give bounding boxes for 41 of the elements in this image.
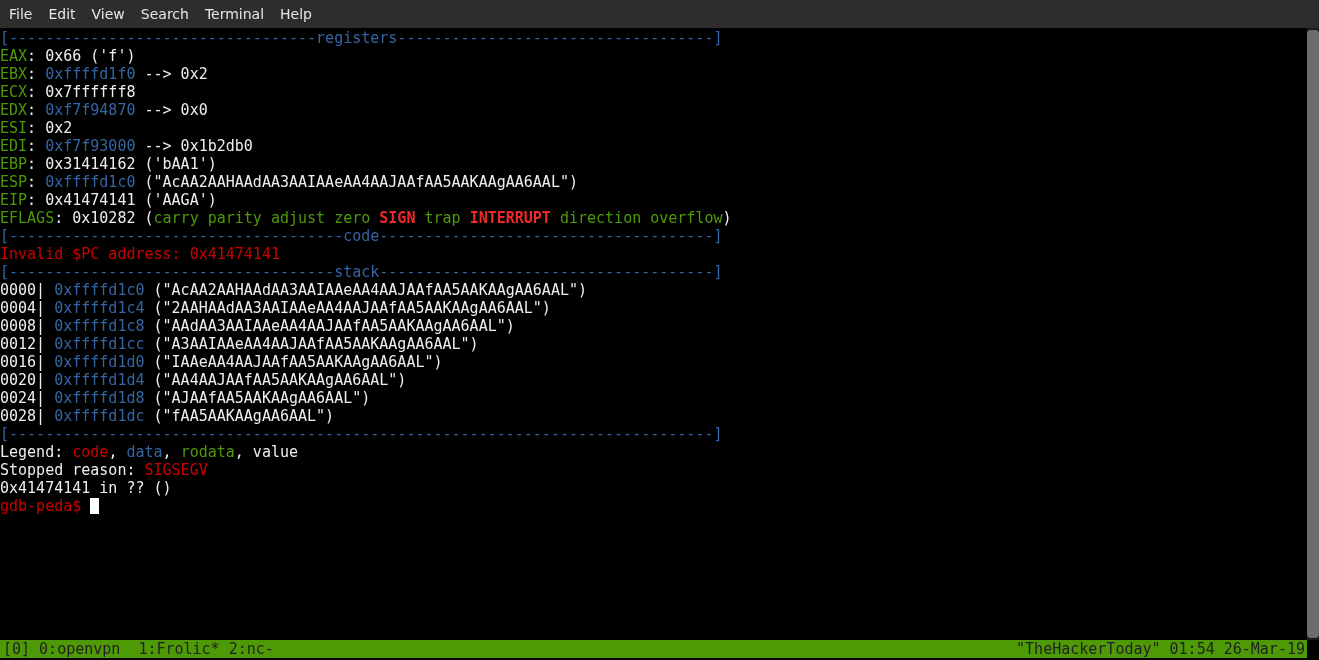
terminal-line: 0004| 0xffffd1c4 ("2AAHAAdAA3AAIAAeAA4AAJAAfAA5AAKAAgAA6AAL") [0,299,551,317]
terminal-line: 0020| 0xffffd1d4 ("AA4AAJAAfAA5AAKAAgAA6AAL") [0,371,407,389]
terminal-line: ESI: 0x2 [0,119,73,137]
section-header: [----------------------------------registers-----------------------------------] [0,29,723,47]
terminal-line: Stopped reason: SIGSEGV [0,461,208,479]
terminal-line: EDI: 0xf7f93000 --> 0x1b2db0 [0,137,253,155]
terminal-line: EBP: 0x31414162 ('bAA1') [0,155,217,173]
terminal-line: EFLAGS: 0x10282 (carry parity adjust zero SIGN trap INTERRUPT direction overflow) [0,209,732,227]
shell-prompt: gdb-peda$ [0,497,82,515]
terminal-line: EIP: 0x41474141 ('AAGA') [0,191,217,209]
clock-time: 01:54 [1169,640,1215,658]
host-name: "TheHackerToday" [1016,640,1161,658]
terminal-line: 0024| 0xffffd1d8 ("AJAAfAA5AAKAAgAA6AAL") [0,389,371,407]
terminal-line: 0028| 0xffffd1dc ("fAA5AAKAAgAA6AAL") [0,407,335,425]
terminal-line: 0000| 0xffffd1c0 ("AcAA2AAHAAdAA3AAIAAeAA4AAJAAfAA5AAKAAgAA6AAL") [0,281,587,299]
section-header: [------------------------------------------------------------------------------] [0,425,723,443]
terminal-line: 0016| 0xffffd1d0 ("IAAeAA4AAJAAfAA5AAKAAgAA6AAL") [0,353,443,371]
terminal-line: EDX: 0xf7f94870 --> 0x0 [0,101,208,119]
menu-item[interactable]: Help [272,6,320,22]
terminal-line: ECX: 0x7ffffff8 [0,83,136,101]
menu-item[interactable]: Edit [40,6,84,22]
window-tab[interactable]: 1:Frolic* [138,640,220,658]
section-header: [------------------------------------stack-------------------------------------] [0,263,723,281]
terminal-line: ESP: 0xffffd1c0 ("AcAA2AAHAAdAA3AAIAAeAA4AAJAAfAA5AAKAAgAA6AAL") [0,173,578,191]
terminal-line: EBX: 0xffffd1f0 --> 0x2 [0,65,208,83]
menu-item[interactable]: File [1,6,41,22]
session-label: [0] [3,640,31,658]
menu-item[interactable]: Terminal [196,6,273,22]
window-tab[interactable]: 0:openvpn [39,640,121,658]
text-cursor [90,498,100,514]
terminal-line: 0008| 0xffffd1c8 ("AAdAA3AAIAAeAA4AAJAAfAA5AAKAAgAA6AAL") [0,317,515,335]
terminal-line: 0012| 0xffffd1cc ("A3AAIAAeAA4AAJAAfAA5AAKAAgAA6AAL") [0,335,479,353]
section-header: [-------------------------------------code-------------------------------------] [0,227,723,245]
window-tab[interactable]: 2:nc- [228,640,274,658]
terminal-line: 0x41474141 in ?? () [0,479,172,497]
terminal-line: Invalid $PC address: 0x41474141 [0,245,280,263]
terminal-line: EAX: 0x66 ('f') [0,47,136,65]
date-label: 26-Mar-19 [1223,640,1305,658]
menu-item[interactable]: View [83,6,133,22]
menu-item[interactable]: Search [132,6,197,22]
terminal-line: Legend: code, data, rodata, value [0,443,299,461]
